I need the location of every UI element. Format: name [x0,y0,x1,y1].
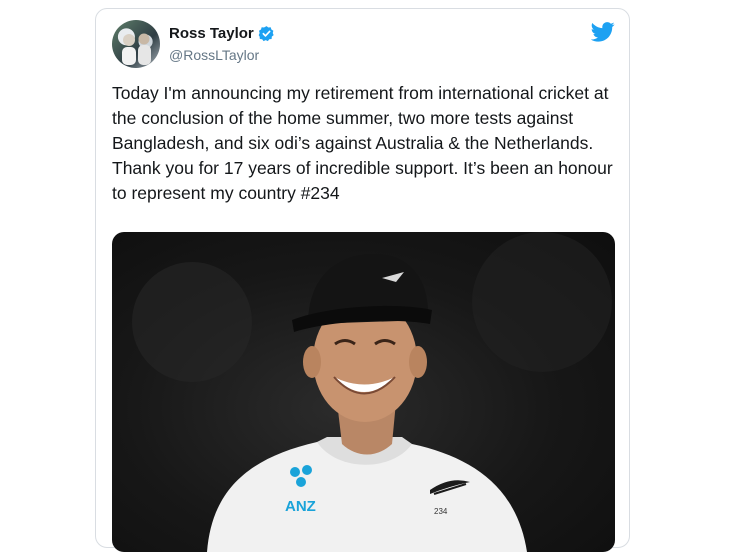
user-handle[interactable]: @RossLTaylor [169,47,259,63]
verified-badge-icon [258,25,275,42]
avatar[interactable] [112,20,160,68]
twitter-bird-icon[interactable] [590,22,615,42]
tweet-card[interactable]: Ross Taylor @RossLTaylor Today I'm annou… [95,8,630,552]
tweet-text: Today I'm announcing my retirement from … [112,83,618,203]
shirt-number: 234 [434,507,448,516]
tweet-photo[interactable]: ANZ 234 [112,232,615,552]
display-name[interactable]: Ross Taylor [169,25,254,42]
sponsor-logo-text: ANZ [285,498,316,515]
